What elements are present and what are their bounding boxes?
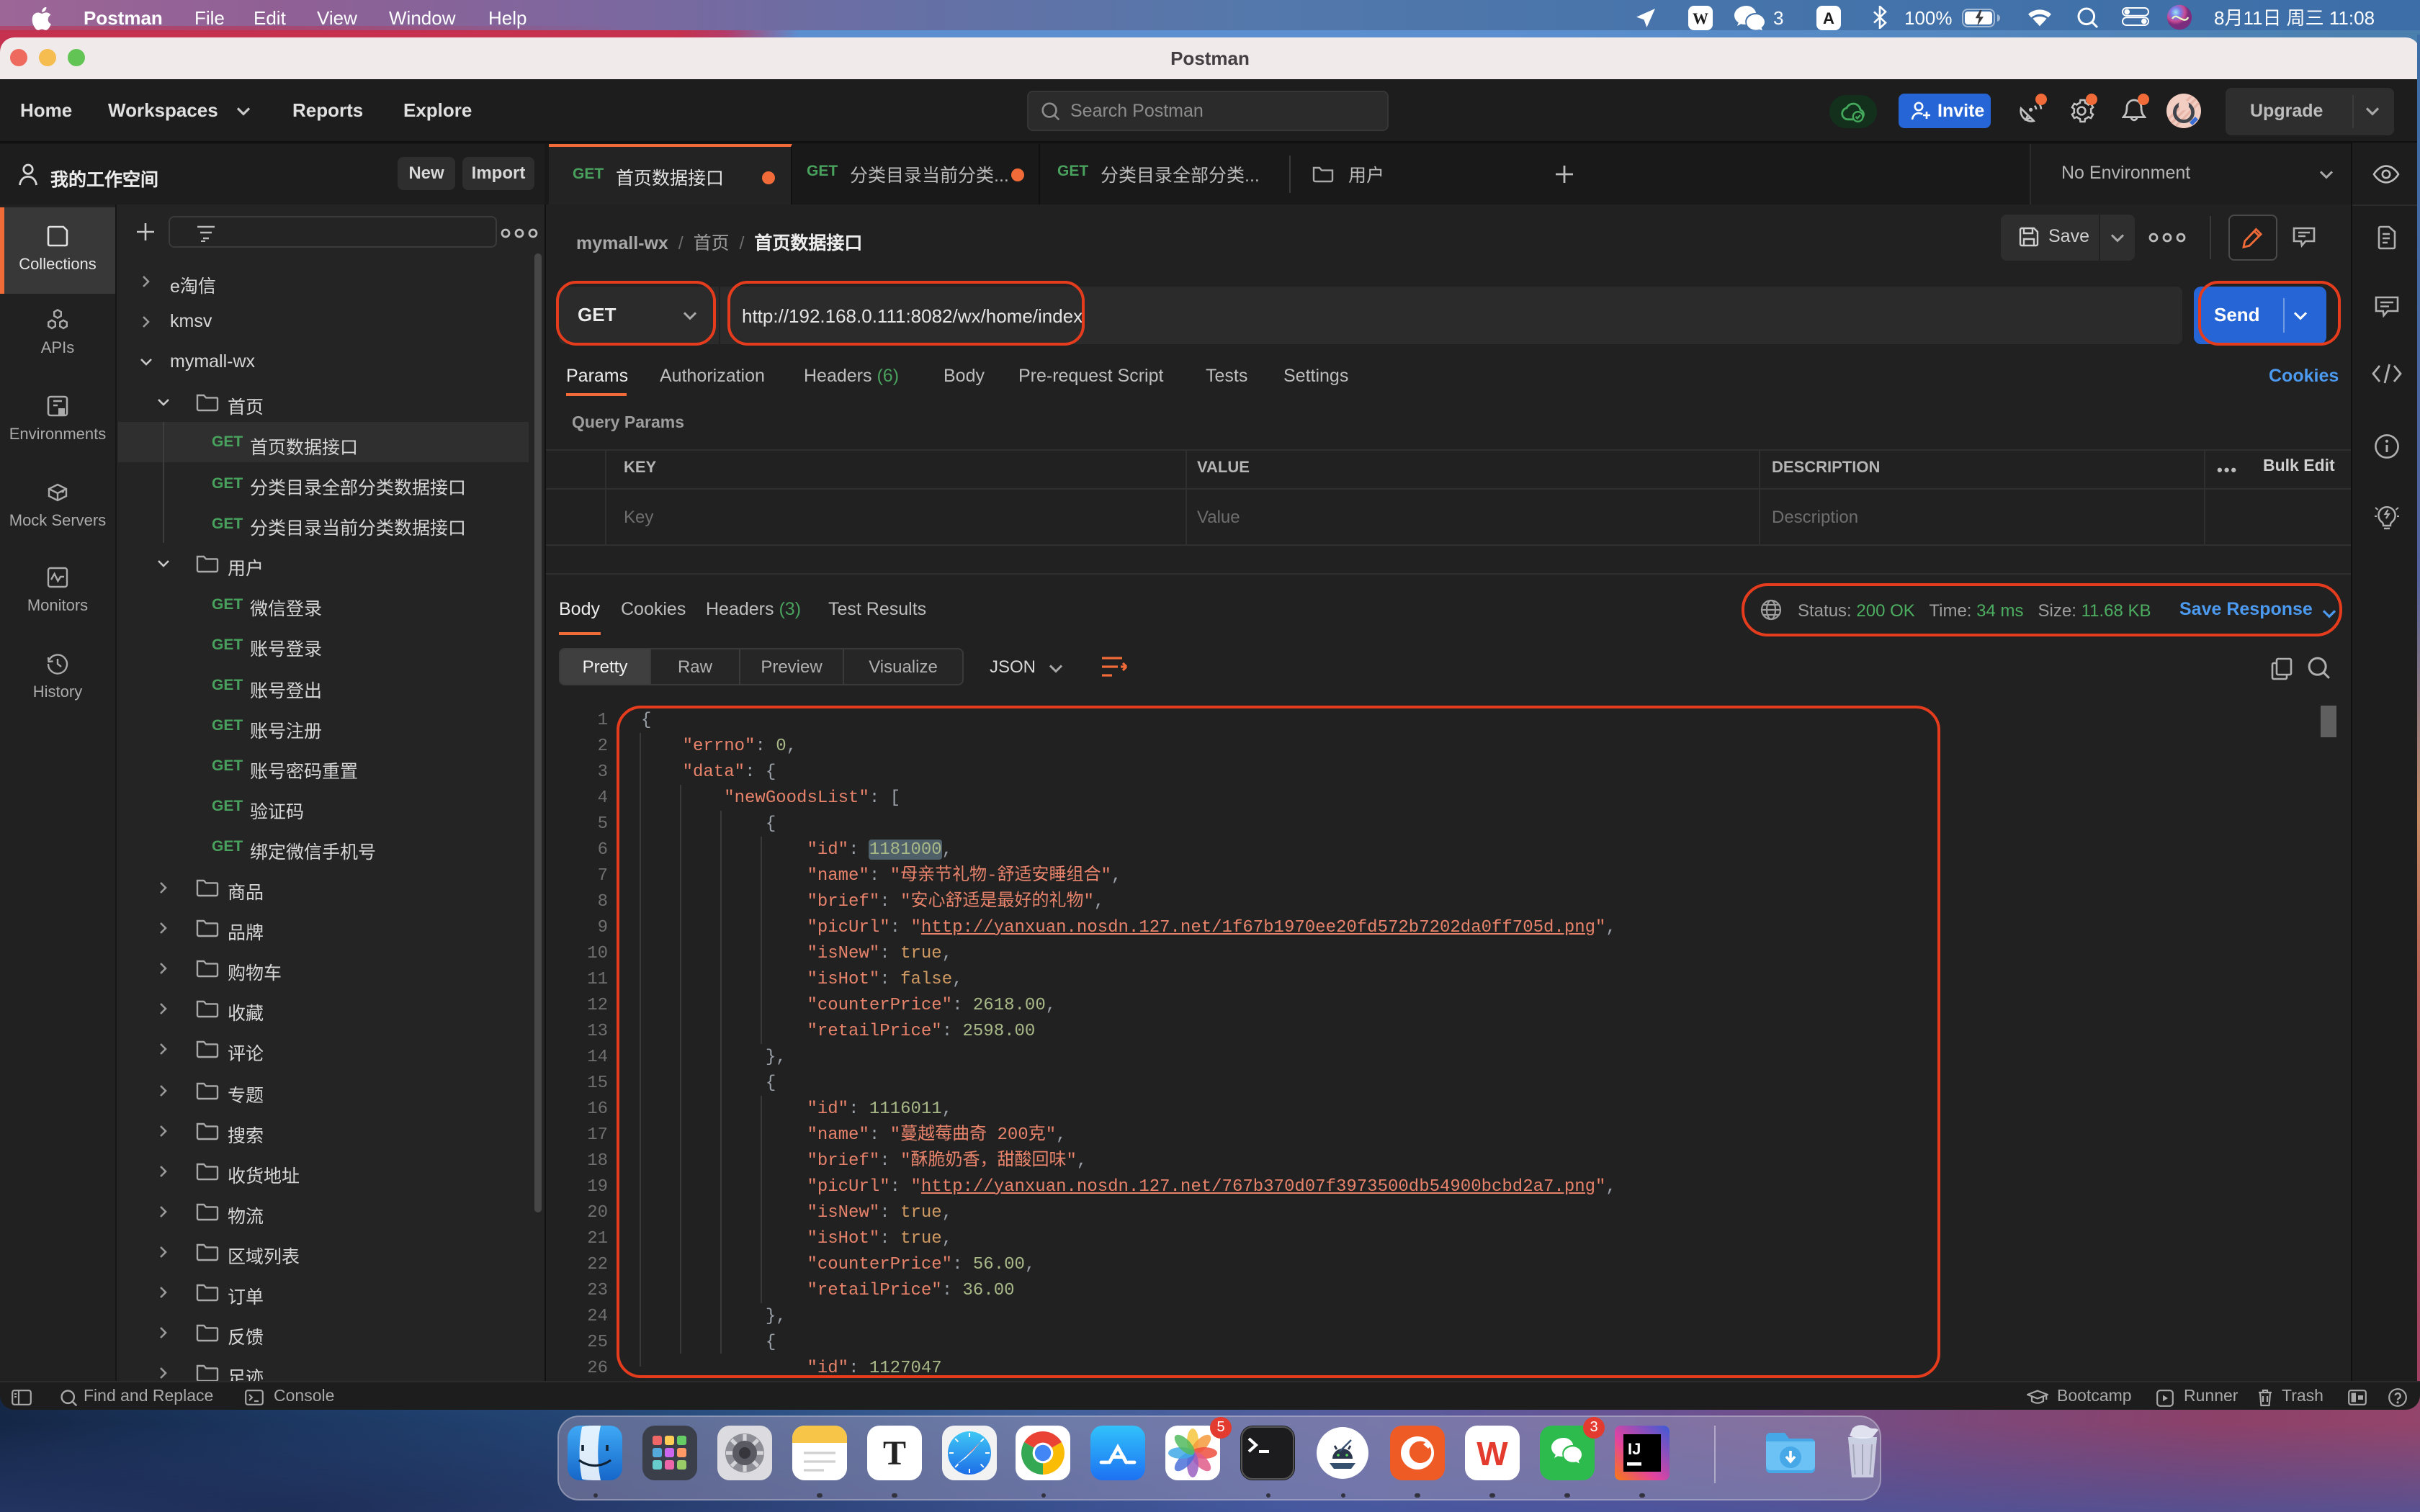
svg-text:T: T — [882, 1434, 905, 1472]
svg-text:A: A — [1823, 9, 1834, 27]
svg-text:IJ: IJ — [1627, 1440, 1640, 1458]
svg-text:W: W — [1693, 9, 1708, 27]
svg-text:W: W — [1476, 1435, 1508, 1472]
